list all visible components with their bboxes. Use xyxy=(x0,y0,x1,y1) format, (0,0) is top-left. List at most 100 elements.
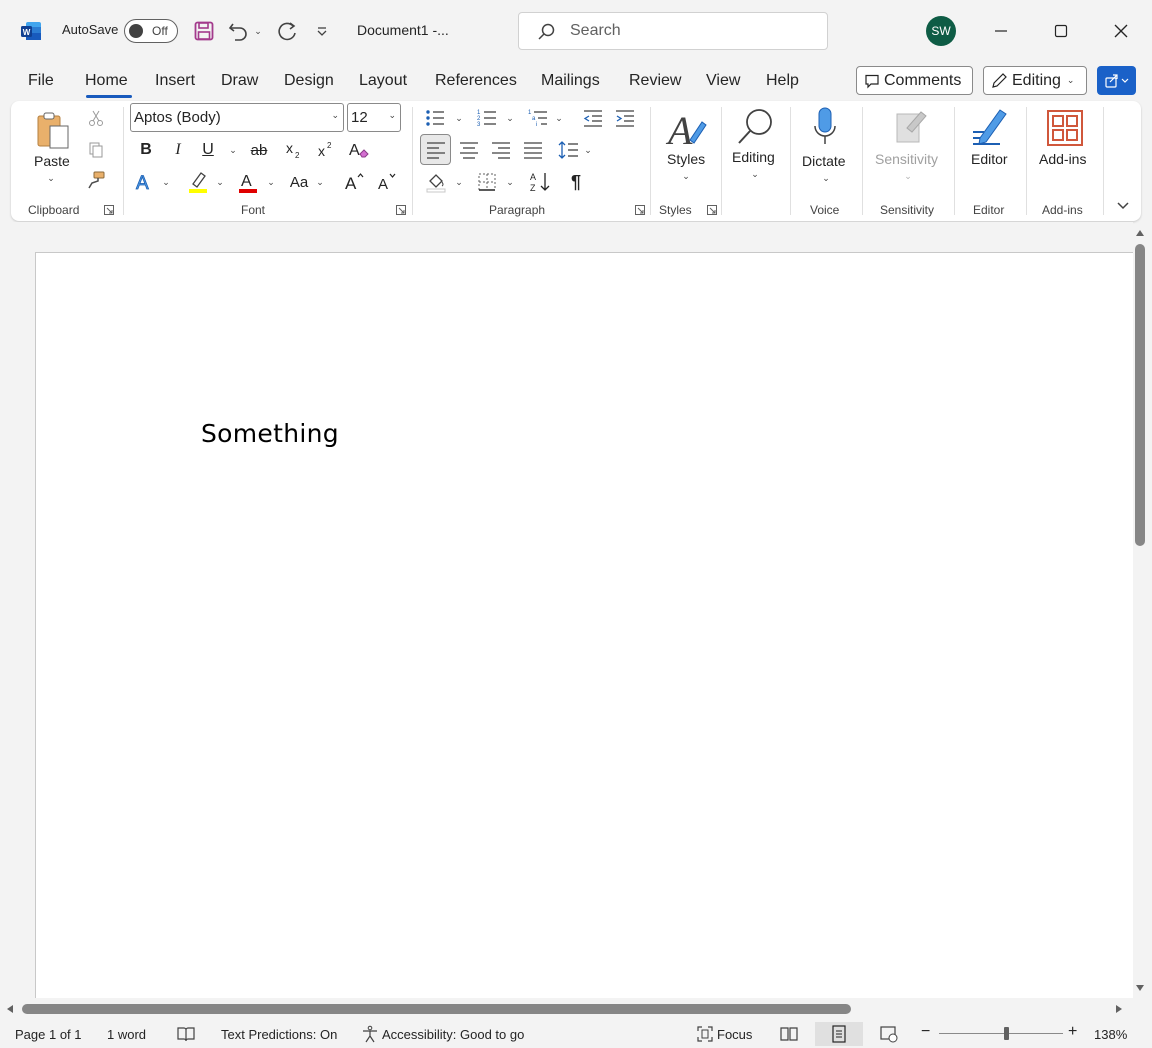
avatar[interactable]: SW xyxy=(926,16,956,46)
undo-icon[interactable] xyxy=(225,18,251,44)
editor-icon[interactable] xyxy=(969,105,1011,149)
justify-icon[interactable] xyxy=(521,139,545,161)
shading-icon[interactable] xyxy=(424,171,448,193)
styles-dropdown-chevron-icon[interactable]: ⌄ xyxy=(680,171,692,181)
multilevel-dropdown-chevron-icon[interactable]: ⌄ xyxy=(553,113,565,123)
zoom-level[interactable]: 138% xyxy=(1094,1027,1127,1042)
font-color-icon[interactable]: A xyxy=(236,170,260,194)
bullets-icon[interactable] xyxy=(423,107,447,129)
underline-dropdown-chevron-icon[interactable]: ⌄ xyxy=(227,145,239,155)
styles-launcher-icon[interactable] xyxy=(706,204,718,216)
paragraph-launcher-icon[interactable] xyxy=(634,204,646,216)
tab-layout[interactable]: Layout xyxy=(359,72,407,90)
text-predictions-status[interactable]: Text Predictions: On xyxy=(221,1027,337,1042)
tab-file[interactable]: File xyxy=(28,72,54,90)
minimize-icon[interactable] xyxy=(978,10,1024,52)
decrease-indent-icon[interactable] xyxy=(581,107,605,129)
sensitivity-label[interactable]: Sensitivity xyxy=(875,151,938,167)
editing-mode-button[interactable]: Editing ⌄ xyxy=(983,66,1087,95)
increase-indent-icon[interactable] xyxy=(613,107,637,129)
borders-icon[interactable] xyxy=(475,171,499,193)
search-input[interactable]: Search xyxy=(518,12,828,50)
tab-review[interactable]: Review xyxy=(629,72,681,90)
bullets-dropdown-chevron-icon[interactable]: ⌄ xyxy=(453,113,465,123)
scroll-up-arrow-icon[interactable] xyxy=(1134,228,1146,238)
shrink-font-icon[interactable]: A xyxy=(375,170,399,194)
find-icon[interactable] xyxy=(733,105,777,147)
shading-dropdown-chevron-icon[interactable]: ⌄ xyxy=(453,177,465,187)
subscript-icon[interactable]: x2 xyxy=(283,139,305,161)
line-spacing-dropdown-chevron-icon[interactable]: ⌄ xyxy=(582,145,594,155)
font-name-combo[interactable]: Aptos (Body) ⌄ xyxy=(130,103,344,132)
font-color-dropdown-chevron-icon[interactable]: ⌄ xyxy=(265,177,277,187)
change-case-icon[interactable]: Aa xyxy=(286,171,312,193)
microphone-icon[interactable] xyxy=(808,105,842,151)
styles-icon[interactable]: A xyxy=(663,107,709,151)
scroll-down-arrow-icon[interactable] xyxy=(1134,983,1146,993)
numbering-icon[interactable]: 123 xyxy=(475,107,499,129)
ribbon-expand-chevron-icon[interactable] xyxy=(1114,197,1132,215)
text-effects-icon[interactable]: A xyxy=(133,171,157,193)
superscript-icon[interactable]: x2 xyxy=(315,139,337,161)
zoom-slider-thumb[interactable] xyxy=(1004,1027,1009,1040)
scroll-right-arrow-icon[interactable] xyxy=(1114,1003,1124,1015)
scroll-left-arrow-icon[interactable] xyxy=(5,1003,15,1015)
accessibility-status[interactable]: Accessibility: Good to go xyxy=(382,1027,524,1042)
clipboard-launcher-icon[interactable] xyxy=(103,204,115,216)
cut-icon[interactable] xyxy=(85,107,107,129)
line-spacing-icon[interactable] xyxy=(556,139,580,161)
paste-icon[interactable] xyxy=(33,109,73,153)
document-title[interactable]: Document1 -... xyxy=(357,22,449,38)
maximize-icon[interactable] xyxy=(1038,10,1084,52)
zoom-slider-track[interactable] xyxy=(939,1033,1063,1034)
read-mode-icon[interactable] xyxy=(779,1025,799,1043)
tab-home[interactable]: Home xyxy=(85,72,128,90)
add-ins-label[interactable]: Add-ins xyxy=(1039,151,1086,167)
numbering-dropdown-chevron-icon[interactable]: ⌄ xyxy=(504,113,516,123)
align-center-icon[interactable] xyxy=(457,139,481,161)
share-button[interactable] xyxy=(1097,66,1136,95)
grow-font-icon[interactable]: A xyxy=(343,170,367,194)
multilevel-list-icon[interactable]: 1ai xyxy=(526,107,550,129)
align-right-icon[interactable] xyxy=(489,139,513,161)
tab-draw[interactable]: Draw xyxy=(221,72,258,90)
horizontal-scroll-thumb[interactable] xyxy=(22,1004,851,1014)
tab-mailings[interactable]: Mailings xyxy=(541,72,600,90)
underline-icon[interactable]: U xyxy=(199,139,217,161)
paste-label[interactable]: Paste xyxy=(34,153,70,169)
autosave-toggle[interactable]: Off xyxy=(124,19,178,43)
redo-icon[interactable] xyxy=(274,18,300,44)
tab-insert[interactable]: Insert xyxy=(155,72,195,90)
bold-icon[interactable]: B xyxy=(137,139,155,161)
zoom-out-icon[interactable]: − xyxy=(921,1023,930,1041)
format-painter-icon[interactable] xyxy=(85,169,107,191)
add-ins-icon[interactable] xyxy=(1044,107,1086,149)
editing-dropdown-chevron-icon[interactable]: ⌄ xyxy=(749,169,761,179)
clear-formatting-icon[interactable]: A xyxy=(347,138,371,162)
tab-design[interactable]: Design xyxy=(284,72,334,90)
highlight-icon[interactable] xyxy=(185,170,211,194)
highlight-dropdown-chevron-icon[interactable]: ⌄ xyxy=(214,177,226,187)
dictate-dropdown-chevron-icon[interactable]: ⌄ xyxy=(820,173,832,183)
word-count[interactable]: 1 word xyxy=(107,1027,146,1042)
editing-label[interactable]: Editing xyxy=(732,149,775,165)
borders-dropdown-chevron-icon[interactable]: ⌄ xyxy=(504,177,516,187)
strikethrough-icon[interactable]: ab xyxy=(248,139,270,161)
dictate-label[interactable]: Dictate xyxy=(802,153,846,169)
tab-view[interactable]: View xyxy=(706,72,740,90)
zoom-in-icon[interactable]: + xyxy=(1068,1023,1077,1041)
web-layout-icon[interactable] xyxy=(879,1025,899,1043)
proofing-book-icon[interactable] xyxy=(176,1025,196,1043)
copy-icon[interactable] xyxy=(85,139,107,161)
focus-icon[interactable] xyxy=(695,1025,715,1043)
close-icon[interactable] xyxy=(1098,10,1144,52)
save-icon[interactable] xyxy=(191,18,217,44)
page-count[interactable]: Page 1 of 1 xyxy=(15,1027,82,1042)
italic-icon[interactable]: I xyxy=(169,139,187,161)
styles-label[interactable]: Styles xyxy=(667,151,705,167)
sensitivity-icon[interactable] xyxy=(892,105,930,147)
document-page[interactable]: Something xyxy=(35,252,1133,998)
paste-dropdown-chevron-icon[interactable]: ⌄ xyxy=(45,173,57,183)
show-formatting-marks-icon[interactable]: ¶ xyxy=(565,171,587,193)
tab-help[interactable]: Help xyxy=(766,72,799,90)
